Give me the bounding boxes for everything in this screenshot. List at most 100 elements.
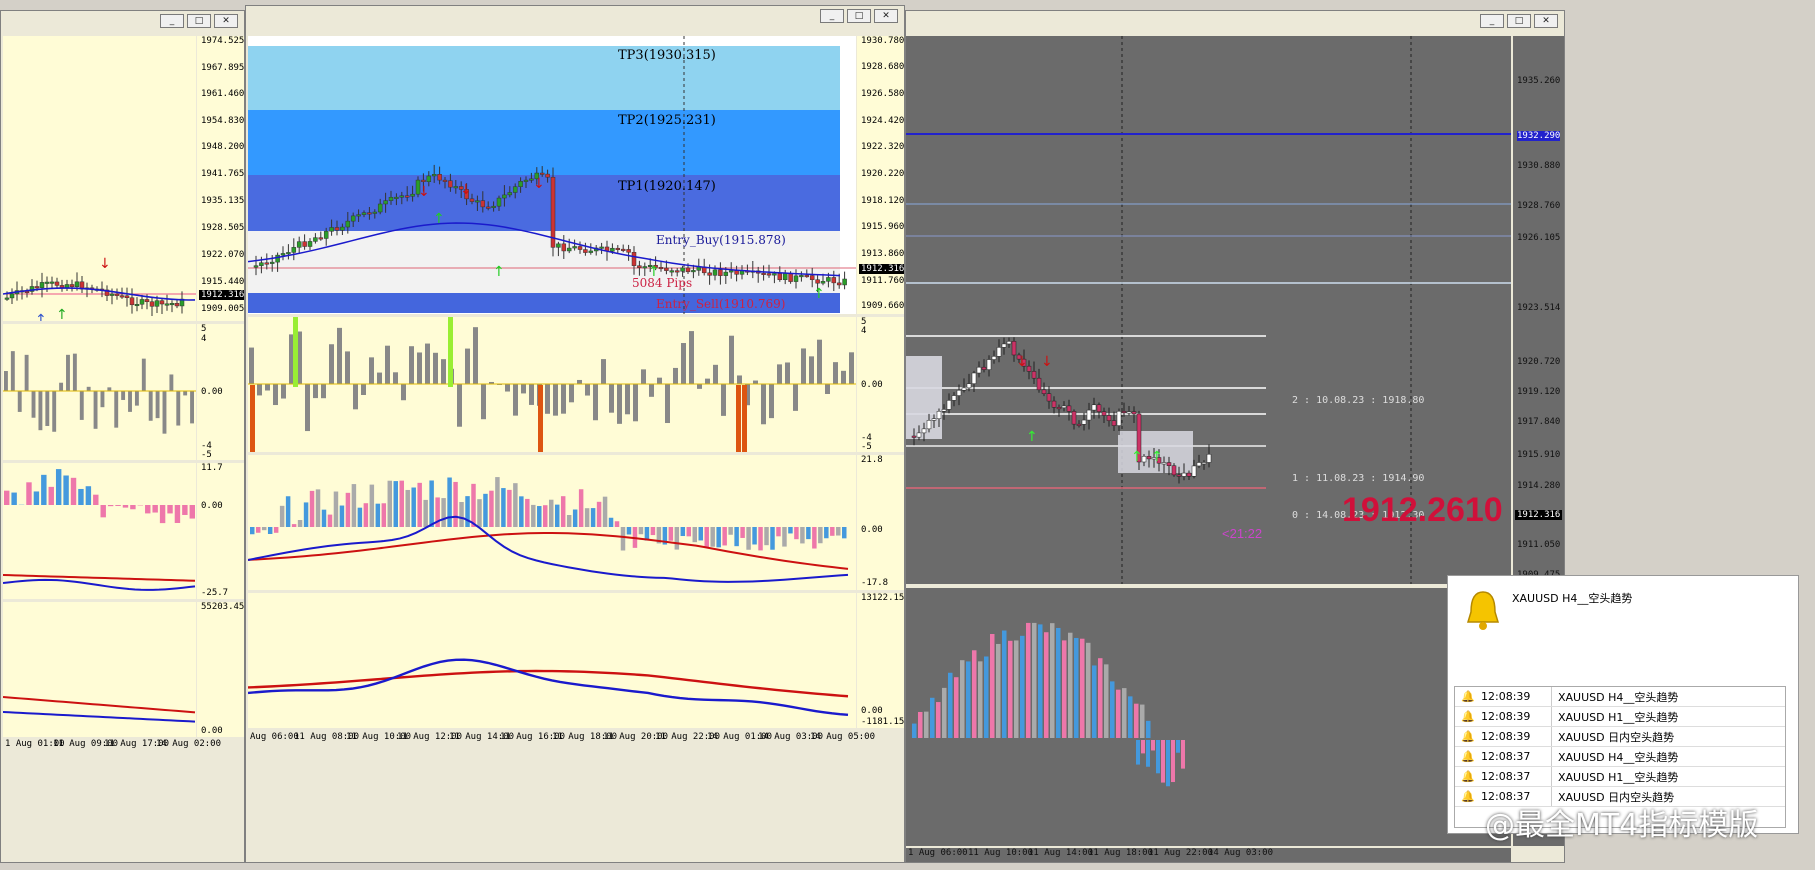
watermark: @最全MT4指标模版 <box>1485 808 1759 843</box>
macd-bar <box>48 486 54 505</box>
candle-body <box>453 186 459 189</box>
alert-header: XAUUSD H4__空头趋势 <box>1448 576 1798 680</box>
candle-body <box>491 205 496 208</box>
macd-bar <box>531 504 536 527</box>
macd-bar <box>33 491 40 505</box>
left-price-pane[interactable]: ↓ ↑ ↑ <box>3 36 196 321</box>
minimize-button[interactable]: _ <box>820 9 844 23</box>
histogram-bar <box>513 384 518 416</box>
close-button[interactable]: ✕ <box>214 14 238 28</box>
left-window-titlebar[interactable]: _ □ ✕ <box>1 11 244 31</box>
candle-body <box>34 286 40 289</box>
histogram-bar <box>545 384 550 414</box>
macd-bar <box>543 505 548 527</box>
macd-bar <box>78 488 84 505</box>
histogram-bar <box>609 384 614 413</box>
candle-body <box>1166 462 1172 466</box>
macd-bar <box>650 527 656 536</box>
left-ind3-axis: 55203.45 0.00 <box>197 602 244 737</box>
countdown-label: <21:22 <box>1222 526 1263 541</box>
histogram-bar <box>729 335 734 384</box>
histogram-bar <box>569 384 574 403</box>
macd-bar <box>303 502 309 527</box>
histogram-bar <box>134 391 139 406</box>
histogram-bar <box>918 711 923 738</box>
candle-body <box>485 206 491 209</box>
candle-body <box>961 387 967 391</box>
candle-body <box>1206 454 1212 463</box>
middle-window-titlebar[interactable]: _ □ ✕ <box>246 6 904 26</box>
histogram-bar <box>529 384 534 405</box>
signal-bar <box>538 385 543 452</box>
macd-bar <box>167 505 173 514</box>
candle-body <box>329 227 334 232</box>
histogram-bar <box>393 372 398 384</box>
minimize-button[interactable]: _ <box>160 14 184 28</box>
candle-body <box>921 428 927 434</box>
candle-body <box>1001 343 1007 348</box>
right-time-axis: 1 Aug 06:00 11 Aug 10:00 11 Aug 14:00 11… <box>906 848 1511 862</box>
close-button[interactable]: ✕ <box>1534 14 1558 28</box>
maximize-button[interactable]: □ <box>1507 14 1531 28</box>
candle-body <box>469 198 475 202</box>
candle-body <box>507 192 513 196</box>
candle-body <box>728 270 734 273</box>
middle-ind3-axis: 13122.15 0.00 -1181.15 <box>857 593 904 728</box>
candle-body <box>1086 409 1092 421</box>
right-histogram <box>912 622 1185 787</box>
macd-bar <box>716 527 721 548</box>
candle-body <box>1056 407 1062 410</box>
big-price-label: 1912.2610 <box>1342 491 1503 529</box>
left-ind3-pane[interactable] <box>3 602 196 737</box>
bell-icon: 🔔 <box>1461 789 1475 803</box>
left-chart-window[interactable]: _ □ ✕ ↓ ↑ ↑ 1974.525 1967.895 1961.460 195… <box>0 10 245 863</box>
left-ind2-pane[interactable] <box>3 463 196 599</box>
candle-body <box>971 372 977 384</box>
macd-bar <box>554 504 560 527</box>
level-2-label: 2 : 10.08.23 : 1918.80 <box>1292 395 1425 406</box>
buy-arrow: ↑ <box>1026 429 1038 445</box>
maximize-button[interactable]: □ <box>847 9 871 23</box>
left-ind1-pane[interactable] <box>3 324 196 460</box>
histogram-bar <box>984 656 989 738</box>
macd-bar <box>722 527 727 546</box>
alert-row[interactable]: 🔔 12:08:39 XAUUSD H1__空头趋势 <box>1455 707 1785 727</box>
close-button[interactable]: ✕ <box>874 9 898 23</box>
histogram-bar <box>1074 637 1079 738</box>
middle-lines <box>248 658 849 717</box>
macd-bar <box>441 498 446 527</box>
middle-ind2-pane[interactable] <box>248 455 856 590</box>
right-window-titlebar[interactable]: _ □ ✕ <box>906 11 1564 31</box>
histogram-bar <box>249 347 254 384</box>
right-price-axis: 1935.260 1932.290 1930.880 1928.760 1926… <box>1513 36 1564 584</box>
alert-row[interactable]: 🔔 12:08:39 XAUUSD 日内空头趋势 <box>1455 727 1785 747</box>
candle-body <box>1116 411 1122 426</box>
maximize-button[interactable]: □ <box>187 14 211 28</box>
candle-body <box>1036 377 1042 391</box>
candle-body <box>1081 419 1087 425</box>
histogram-bar <box>966 661 971 738</box>
middle-chart-window[interactable]: _ □ ✕ ↓ ↓ ↓ ↑ ↑ ↑ ↑ TP3(1930.315) TP2(1925.231… <box>245 5 905 863</box>
minimize-button[interactable]: _ <box>1480 14 1504 28</box>
signal-line <box>3 696 196 714</box>
histogram-bar <box>1156 740 1160 774</box>
candle-body <box>631 252 637 266</box>
histogram-bar <box>1092 665 1097 738</box>
histogram-bar <box>553 384 558 416</box>
histogram-bar <box>257 384 262 396</box>
alert-row[interactable]: 🔔 12:08:39 XAUUSD H4__空头趋势 <box>1455 687 1785 707</box>
histogram-bar <box>761 384 766 425</box>
right-ind-pane[interactable] <box>906 588 1511 846</box>
alert-row[interactable]: 🔔 12:08:37 XAUUSD H1__空头趋势 <box>1455 767 1785 787</box>
alert-window[interactable]: XAUUSD H4__空头趋势 🔔 12:08:39 XAUUSD H4__空头趋势… <box>1447 575 1799 834</box>
candle-body <box>981 366 987 370</box>
right-price-pane[interactable]: ↓ ↓ ↑ ↑ ↑ 2 : 10.08.23 : 1918.80 1 : 11.08.2… <box>906 36 1511 584</box>
middle-ind1-pane[interactable] <box>248 317 856 452</box>
middle-price-pane[interactable]: ↓ ↓ ↓ ↑ ↑ ↑ ↑ TP3(1930.315) TP2(1925.231) TP1(… <box>248 36 856 314</box>
histogram-bar <box>321 384 326 399</box>
signal-bar <box>293 317 298 387</box>
middle-ind3-pane[interactable] <box>248 593 856 728</box>
alert-row[interactable]: 🔔 12:08:37 XAUUSD H4__空头趋势 <box>1455 747 1785 767</box>
histogram-bar <box>912 723 917 738</box>
histogram-bar <box>665 384 670 424</box>
